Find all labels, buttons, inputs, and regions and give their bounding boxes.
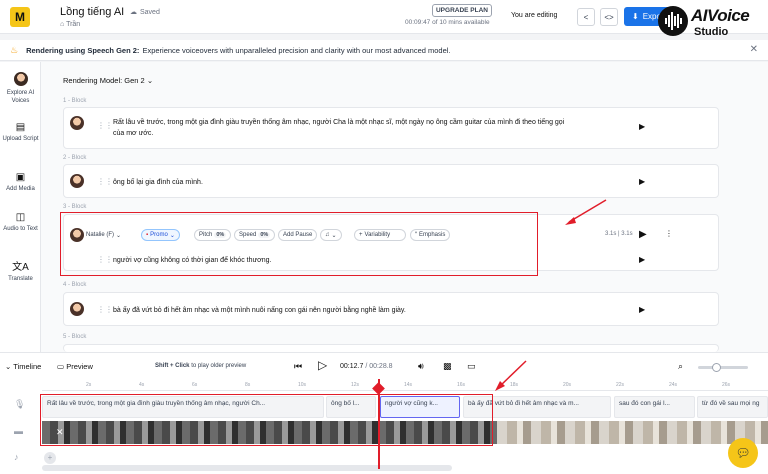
top-bar: M Lồng tiếng AI ☁ Saved ⌂ Trần UPGRADE P… bbox=[0, 0, 768, 34]
clapper-icon[interactable]: ▩ bbox=[443, 361, 452, 372]
timeline-toggle[interactable]: ⌄ Timeline bbox=[5, 362, 41, 371]
add-track-icon[interactable]: + bbox=[44, 452, 56, 464]
sidebar-item-add-media[interactable]: ▣ Add Media bbox=[0, 172, 41, 193]
play-icon[interactable]: ▶ bbox=[639, 255, 645, 264]
embed-button[interactable]: <> bbox=[600, 8, 618, 26]
annotation-arrow bbox=[565, 199, 607, 225]
time-ruler: 2s 4s 6s 8s 10s 12s 14s 16s 18s 20s 22s … bbox=[42, 379, 768, 391]
timeline-scrollbar[interactable] bbox=[42, 465, 452, 471]
left-sidebar: Explore AI Voices ▤ Upload Script ▣ Add … bbox=[0, 62, 41, 352]
annotation-arrow bbox=[495, 360, 527, 391]
play-timeline-icon[interactable]: ▷ bbox=[318, 358, 327, 372]
chevron-down-icon: ⌄ bbox=[5, 362, 12, 371]
highlight-box bbox=[60, 212, 538, 276]
voice-avatar[interactable] bbox=[70, 116, 84, 130]
script-block[interactable]: ⋮⋮ ông bố lại gia đình của mình. ▶ bbox=[63, 164, 719, 198]
audio-segment[interactable]: từ đó về sau mọi ng bbox=[697, 396, 768, 418]
zoom-slider-handle[interactable] bbox=[712, 363, 721, 372]
speaker-icon: ◫ bbox=[15, 212, 26, 223]
zoom-icon[interactable]: ⌕ bbox=[678, 361, 683, 372]
drag-handle-icon[interactable]: ⋮⋮ bbox=[97, 177, 113, 186]
close-icon[interactable]: ✕ bbox=[750, 44, 758, 55]
watermark-sub: Studio bbox=[694, 26, 729, 38]
download-icon: ⬇ bbox=[632, 12, 639, 21]
sidebar-item-explore-voices[interactable]: Explore AI Voices bbox=[0, 72, 41, 105]
play-icon[interactable]: ▶ bbox=[639, 177, 645, 186]
script-block[interactable]: ⋮⋮ bà ấy đã vứt bỏ đi hết âm nhạc và một… bbox=[63, 292, 719, 326]
highlight-box bbox=[40, 394, 493, 446]
video-track-icon: ▬ bbox=[14, 426, 23, 436]
translate-icon: 文A bbox=[12, 262, 29, 273]
project-owner: ⌂ Trần bbox=[60, 21, 81, 28]
captions-icon[interactable]: ▭ bbox=[467, 361, 476, 372]
preview-button[interactable]: ▭ Preview bbox=[57, 362, 93, 371]
banner-text: Experience voiceovers with unparalleled … bbox=[142, 45, 451, 55]
play-icon[interactable]: ▶ bbox=[639, 122, 645, 131]
project-title[interactable]: Lồng tiếng AI bbox=[60, 6, 124, 18]
watermark-brand: AIVoice bbox=[691, 6, 750, 25]
block-text[interactable]: Rất lâu về trước, trong một gia đình già… bbox=[113, 117, 573, 139]
upgrade-plan-button[interactable]: UPGRADE PLAN bbox=[432, 4, 492, 17]
timeline-toolbar: ⌄ Timeline ▭ Preview Shift + Click to pl… bbox=[0, 352, 768, 379]
block-timing: 3.1s | 3.1s bbox=[605, 231, 633, 237]
block-label: 3 - Block bbox=[63, 204, 87, 210]
share-button[interactable]: < bbox=[577, 8, 595, 26]
folder-icon: ⌂ bbox=[60, 21, 65, 28]
voice-avatar[interactable] bbox=[70, 174, 84, 188]
aivoice-watermark: AIVoice Studio bbox=[658, 6, 768, 42]
timeline-tracks: 2s 4s 6s 8s 10s 12s 14s 16s 18s 20s 22s … bbox=[0, 379, 768, 474]
banner-title: Rendering using Speech Gen 2: bbox=[26, 45, 140, 55]
script-editor: Rendering Model: Gen 2 ⌄ 1 - Block ⋮⋮ Rấ… bbox=[41, 62, 768, 352]
audio-segment[interactable]: sau đó con gái l... bbox=[614, 396, 695, 418]
block-label: 4 - Block bbox=[63, 282, 87, 288]
zoom-slider[interactable] bbox=[698, 366, 748, 369]
chat-icon: 💬︎ bbox=[735, 446, 751, 460]
video-clip[interactable] bbox=[497, 421, 768, 444]
chevron-down-icon: ⌄ bbox=[146, 76, 154, 85]
sidebar-item-audio-to-text[interactable]: ◫ Audio to Text bbox=[0, 212, 41, 233]
microphone-icon: 🎙︎ bbox=[14, 399, 26, 409]
code-icon: <> bbox=[604, 12, 614, 22]
play-icon[interactable]: ▶ bbox=[639, 305, 645, 314]
play-block-icon[interactable]: ▶ bbox=[639, 229, 647, 240]
share-icon: < bbox=[583, 12, 589, 22]
saved-status: ☁ Saved bbox=[130, 8, 160, 17]
gen2-banner: ♨ Rendering using Speech Gen 2: Experien… bbox=[0, 40, 768, 61]
chat-support-button[interactable]: 💬︎ bbox=[728, 438, 758, 468]
block-text[interactable]: ông bố lại gia đình của mình. bbox=[113, 177, 203, 188]
rendering-model-select[interactable]: Rendering Model: Gen 2 ⌄ bbox=[63, 76, 153, 85]
playhead[interactable] bbox=[378, 379, 380, 469]
script-block[interactable] bbox=[63, 344, 719, 352]
sidebar-item-translate[interactable]: 文A Translate bbox=[0, 262, 41, 283]
block-label: 1 - Block bbox=[63, 98, 87, 104]
playback-time: 00:12.7 / 00:28.8 bbox=[340, 363, 393, 370]
drag-handle-icon[interactable]: ⋮⋮ bbox=[97, 121, 113, 130]
skip-back-icon[interactable]: ⏮ bbox=[294, 361, 302, 372]
voice-avatar[interactable] bbox=[70, 302, 84, 316]
soundwave-icon bbox=[658, 6, 688, 36]
sidebar-item-upload-script[interactable]: ▤ Upload Script bbox=[0, 122, 41, 143]
quota-text: 00:09:47 of 10 mins available bbox=[405, 19, 490, 26]
volume-icon[interactable]: 🔊︎ bbox=[418, 361, 424, 372]
media-icon: ▣ bbox=[15, 172, 26, 183]
voice-avatar-icon bbox=[13, 72, 28, 86]
preview-icon: ▭ bbox=[57, 362, 65, 371]
fire-icon: ♨ bbox=[10, 44, 19, 55]
cloud-icon: ☁ bbox=[130, 9, 137, 16]
timeline-hint: Shift + Click to play older preview bbox=[155, 363, 247, 369]
block-label: 5 - Block bbox=[63, 334, 87, 340]
block-label: 2 - Block bbox=[63, 155, 87, 161]
script-block[interactable]: ⋮⋮ Rất lâu về trước, trong một gia đình … bbox=[63, 107, 719, 149]
editing-status: You are editing bbox=[511, 12, 558, 19]
more-options-icon[interactable]: ⋮ bbox=[665, 229, 673, 238]
music-track-icon: ♪ bbox=[14, 452, 19, 462]
app-logo[interactable]: M bbox=[10, 7, 30, 27]
drag-handle-icon[interactable]: ⋮⋮ bbox=[97, 305, 113, 314]
block-text[interactable]: bà ấy đã vứt bỏ đi hết âm nhạc và một mì… bbox=[113, 305, 406, 316]
upload-script-icon: ▤ bbox=[15, 122, 26, 133]
